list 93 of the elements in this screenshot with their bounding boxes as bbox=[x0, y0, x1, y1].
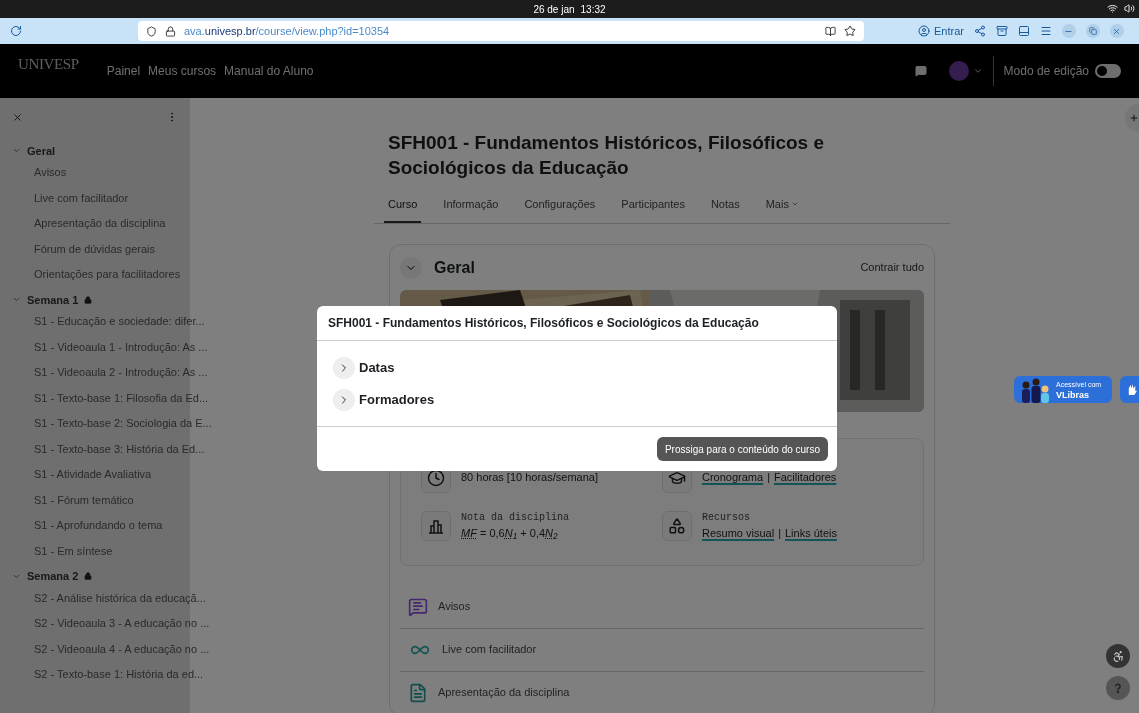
info-link[interactable]: Links úteis bbox=[785, 524, 837, 542]
separator: | bbox=[778, 525, 781, 541]
sidebar-item[interactable]: S1 - Videoaula 2 - Introdução: As ... bbox=[34, 364, 208, 381]
panel-icon[interactable] bbox=[1017, 25, 1030, 37]
volume-icon bbox=[1124, 3, 1135, 14]
course-tab[interactable]: Mais bbox=[761, 196, 803, 223]
lock-icon bbox=[165, 25, 176, 37]
nav-link[interactable]: Meus cursos bbox=[148, 62, 217, 80]
sidebar-item[interactable]: S2 - Videoaula 3 - A educação no ... bbox=[34, 615, 210, 632]
star-icon[interactable] bbox=[844, 25, 856, 37]
activity-link[interactable]: Apresentação da disciplina bbox=[438, 684, 570, 701]
sidebar-item[interactable]: S2 - Análise histórica da educaçã... bbox=[34, 589, 206, 606]
minimize-button[interactable] bbox=[1061, 24, 1076, 38]
menu-icon[interactable] bbox=[1039, 25, 1052, 37]
sidebar-item[interactable]: Avisos bbox=[34, 164, 67, 181]
time-text: 13:32 bbox=[580, 2, 606, 17]
clock-icon bbox=[427, 468, 445, 487]
shapes-icon bbox=[668, 516, 686, 535]
caret-icon[interactable] bbox=[972, 66, 983, 76]
course-tab[interactable]: Informação bbox=[439, 196, 503, 223]
sidebar-item[interactable]: Orientações para facilitadores bbox=[34, 266, 181, 283]
sidebar-item[interactable]: Apresentação da disciplina bbox=[34, 215, 166, 232]
close-button[interactable] bbox=[1109, 24, 1124, 38]
grade-formula: MF = 0,6N$_{1}$ + 0,4N$_{2}$ bbox=[461, 525, 559, 542]
archive-icon[interactable] bbox=[995, 25, 1008, 37]
share-icon[interactable] bbox=[973, 25, 986, 37]
messages-icon[interactable] bbox=[914, 65, 927, 77]
sidebar-item[interactable]: S1 - Texto-base 3: História da Ed... bbox=[34, 440, 205, 457]
shield-icon bbox=[146, 25, 157, 37]
course-tab[interactable]: Configurações bbox=[520, 196, 600, 223]
nav-link[interactable]: Manual do Aluno bbox=[224, 62, 314, 80]
separator: | bbox=[767, 470, 770, 486]
info-value: 80 horas [10 horas/semana] bbox=[461, 470, 598, 486]
restore-icon bbox=[1088, 27, 1097, 35]
date-text: 26 de jan bbox=[533, 2, 575, 17]
vlibras-button[interactable] bbox=[1120, 376, 1139, 403]
info-link[interactable]: Facilitadores bbox=[774, 469, 837, 486]
sidebar-item[interactable]: S1 - Atividade Avaliativa bbox=[34, 466, 152, 483]
reader-icon[interactable] bbox=[825, 25, 836, 37]
expand-toggle[interactable] bbox=[333, 356, 355, 379]
dialog-section-title[interactable]: Formadores bbox=[359, 389, 435, 410]
course-tab[interactable]: Participantes bbox=[617, 196, 689, 223]
sidebar-item[interactable]: S1 - Fórum temático bbox=[34, 491, 134, 508]
wifi-icon bbox=[1107, 3, 1118, 14]
info-link[interactable]: Resumo visual bbox=[702, 524, 775, 542]
activity-link[interactable]: Avisos bbox=[438, 598, 471, 615]
help-button[interactable] bbox=[1106, 676, 1130, 700]
close-icon bbox=[1112, 26, 1122, 36]
course-tab[interactable]: Notas bbox=[706, 196, 744, 223]
collapse-all-link[interactable]: Contrair tudo bbox=[860, 259, 924, 276]
sidebar-item[interactable]: S1 - Educação e sociedade: difer... bbox=[34, 313, 205, 330]
accessibility-icon bbox=[1111, 649, 1125, 663]
continue-button[interactable]: Prossiga para o conteúdo do curso bbox=[656, 437, 828, 461]
reload-icon[interactable] bbox=[10, 25, 22, 37]
logo[interactable]: UNIVESP bbox=[18, 52, 79, 76]
info-link[interactable]: Cronograma bbox=[702, 469, 764, 486]
sidebar-item[interactable]: S1 - Aprofundando o tema bbox=[34, 517, 163, 534]
edit-mode-label: Modo de edição bbox=[1003, 63, 1089, 80]
course-tab[interactable]: Curso bbox=[384, 196, 422, 223]
restore-button[interactable] bbox=[1085, 24, 1100, 38]
vlibras-name: VLibras bbox=[1056, 389, 1090, 400]
activity-link[interactable]: Live com facilitador bbox=[442, 641, 537, 658]
user-icon bbox=[918, 25, 930, 37]
info-label: Nota da disciplina bbox=[461, 510, 570, 525]
section-title[interactable]: Semana 1 bbox=[27, 291, 79, 308]
plus-icon bbox=[1129, 113, 1139, 123]
section-title[interactable]: Semana 2 bbox=[27, 568, 79, 585]
chat-icon bbox=[408, 596, 428, 617]
url-text: ava.univesp.br/course/view.php?id=10354 bbox=[184, 23, 390, 39]
expand-toggle[interactable] bbox=[333, 388, 355, 411]
section-heading: Geral bbox=[434, 257, 475, 278]
sidebar-item[interactable]: S1 - Videoaula 1 - Introdução: As ... bbox=[34, 338, 208, 355]
nav-link[interactable]: Painel bbox=[106, 62, 141, 80]
address-bar[interactable]: ava.univesp.br/course/view.php?id=10354 bbox=[138, 21, 864, 41]
sidebar-item[interactable]: S1 - Texto-base 1: Filosofia da Ed... bbox=[34, 389, 209, 406]
sidebar-item[interactable]: S2 - Texto-base 1: História da ed... bbox=[34, 666, 204, 683]
edit-mode-toggle[interactable] bbox=[1095, 64, 1121, 78]
help-icon bbox=[1113, 683, 1123, 693]
sidebar-item[interactable]: S1 - Em síntese bbox=[34, 542, 113, 559]
course-title: SFH001 - Fundamentos Históricos, Filosóficos e Sociológicos da Educação bbox=[388, 131, 826, 180]
sidebar-item[interactable]: S1 - Texto-base 2: Sociologia da E... bbox=[34, 415, 212, 432]
dialog-title: SFH001 - Fundamentos Históricos, Filosóficos e Sociológicos da Educação bbox=[328, 315, 759, 332]
info-label: Recursos bbox=[702, 510, 751, 525]
sign-in-button[interactable]: Entrar bbox=[918, 22, 964, 40]
dialog-section-title[interactable]: Datas bbox=[359, 357, 395, 378]
collapse-toggle[interactable] bbox=[400, 256, 422, 279]
sidebar-item[interactable]: Fórum de dúvidas gerais bbox=[34, 240, 156, 257]
sidebar-item[interactable]: S2 - Videoaula 4 - A educação no ... bbox=[34, 640, 210, 657]
close-icon[interactable] bbox=[12, 111, 23, 123]
accessibility-button[interactable] bbox=[1106, 644, 1130, 668]
section-title[interactable]: Geral bbox=[27, 142, 56, 159]
document-icon bbox=[408, 682, 428, 703]
sidebar-item[interactable]: Live com facilitador bbox=[34, 189, 129, 206]
